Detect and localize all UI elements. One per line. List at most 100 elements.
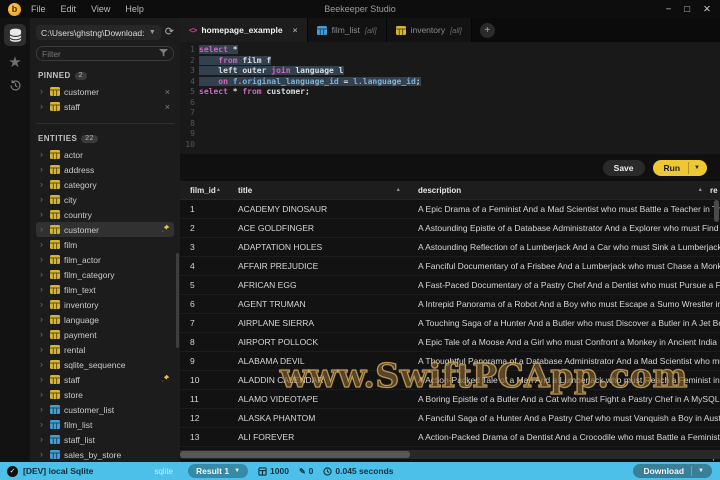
- tab-inventory[interactable]: inventory [all]: [386, 18, 472, 42]
- entity-item-inventory[interactable]: › inventory: [36, 297, 174, 312]
- unpin-close-icon[interactable]: ×: [165, 102, 170, 112]
- chevron-right-icon[interactable]: ›: [40, 87, 46, 96]
- result-row[interactable]: 12 ALASKA PHANTOM A Fanciful Saga of a Hun…: [180, 409, 720, 428]
- unpin-close-icon[interactable]: ×: [165, 87, 170, 97]
- chevron-right-icon[interactable]: ›: [40, 360, 46, 369]
- column-header-title[interactable]: title ▲: [228, 186, 408, 195]
- chevron-right-icon[interactable]: ›: [40, 300, 46, 309]
- chevron-right-icon[interactable]: ›: [40, 150, 46, 159]
- entity-item-staff[interactable]: › staff: [36, 372, 174, 387]
- result-row[interactable]: 8 AIRPORT POLLOCK A Epic Tale of a Moose A…: [180, 333, 720, 352]
- entity-item-city[interactable]: › city: [36, 192, 174, 207]
- tab-film_list[interactable]: film_list [all]: [307, 18, 387, 42]
- pinned-item-staff[interactable]: › staff ×: [36, 99, 174, 114]
- sort-caret-icon[interactable]: ▲: [396, 187, 401, 193]
- chevron-right-icon[interactable]: ›: [40, 285, 46, 294]
- code-line[interactable]: select * from customer;: [199, 87, 720, 98]
- download-label[interactable]: Download: [633, 464, 691, 478]
- entity-item-language[interactable]: › language: [36, 312, 174, 327]
- column-header-description[interactable]: description ▲: [408, 186, 710, 195]
- chevron-right-icon[interactable]: ›: [40, 210, 46, 219]
- horizontal-scrollbar[interactable]: [180, 450, 720, 459]
- result-row[interactable]: 7 AIRPLANE SIERRA A Touching Saga of a Hun…: [180, 314, 720, 333]
- chevron-right-icon[interactable]: ›: [40, 345, 46, 354]
- chevron-right-icon[interactable]: ›: [40, 255, 46, 264]
- pinned-item-customer[interactable]: › customer ×: [36, 84, 174, 99]
- entity-item-film_category[interactable]: › film_category: [36, 267, 174, 282]
- entity-item-rental[interactable]: › rental: [36, 342, 174, 357]
- chevron-right-icon[interactable]: ›: [40, 165, 46, 174]
- run-button[interactable]: Run ▼: [652, 159, 707, 176]
- pin-icon[interactable]: [161, 224, 170, 235]
- run-label[interactable]: Run: [653, 160, 689, 176]
- entity-item-actor[interactable]: › actor: [36, 147, 174, 162]
- entity-item-film_text[interactable]: › film_text: [36, 282, 174, 297]
- result-row[interactable]: 13 ALI FOREVER A Action-Packed Drama of a …: [180, 428, 720, 447]
- chevron-right-icon[interactable]: ›: [40, 102, 46, 111]
- pin-icon[interactable]: [161, 374, 170, 385]
- filter-input[interactable]: Filter: [36, 46, 174, 61]
- code-line[interactable]: from film f: [199, 55, 720, 67]
- code-line[interactable]: select *: [199, 45, 720, 56]
- entity-item-sqlite_sequence[interactable]: › sqlite_sequence: [36, 357, 174, 372]
- result-row[interactable]: 3 ADAPTATION HOLES A Astounding Reflection…: [180, 238, 720, 257]
- entity-item-film[interactable]: › film: [36, 237, 174, 252]
- code-line[interactable]: [199, 108, 720, 119]
- code-line[interactable]: [199, 140, 720, 151]
- entity-item-country[interactable]: › country: [36, 207, 174, 222]
- result-row[interactable]: 2 ACE GOLDFINGER A Astounding Epistle of a…: [180, 219, 720, 238]
- maximize-button[interactable]: □: [684, 4, 690, 15]
- code-line[interactable]: [199, 119, 720, 130]
- result-row[interactable]: 4 AFFAIR PREJUDICE A Fanciful Documentary …: [180, 257, 720, 276]
- entity-item-film_list[interactable]: › film_list: [36, 417, 174, 432]
- code-line[interactable]: on f.original_language_id = l.language_i…: [199, 76, 720, 88]
- entity-item-address[interactable]: › address: [36, 162, 174, 177]
- refresh-icon[interactable]: ⟳: [165, 27, 174, 38]
- favorites-star-icon[interactable]: ★: [8, 55, 21, 70]
- chevron-right-icon[interactable]: ›: [40, 180, 46, 189]
- menu-edit[interactable]: Edit: [61, 4, 77, 14]
- connection-select[interactable]: C:\Users\ghstng\Download: ▼: [36, 25, 161, 40]
- menu-view[interactable]: View: [91, 4, 110, 14]
- download-button[interactable]: Download ▼: [633, 464, 712, 478]
- menu-file[interactable]: File: [31, 4, 46, 14]
- chevron-right-icon[interactable]: ›: [40, 195, 46, 204]
- sidebar-scrollbar[interactable]: [176, 253, 179, 348]
- entity-item-store[interactable]: › store: [36, 387, 174, 402]
- chevron-right-icon[interactable]: ›: [40, 390, 46, 399]
- close-tab-icon[interactable]: ×: [293, 25, 298, 35]
- close-button[interactable]: ✕: [703, 4, 711, 15]
- vertical-scrollbar-thumb[interactable]: [714, 200, 719, 222]
- result-row[interactable]: 6 AGENT TRUMAN A Intrepid Panorama of a Ro…: [180, 295, 720, 314]
- sort-caret-icon[interactable]: ▲: [698, 187, 703, 193]
- new-tab-button[interactable]: +: [479, 23, 495, 38]
- entity-item-film_actor[interactable]: › film_actor: [36, 252, 174, 267]
- entity-item-category[interactable]: › category: [36, 177, 174, 192]
- chevron-right-icon[interactable]: ›: [40, 270, 46, 279]
- code-line[interactable]: [199, 129, 720, 140]
- result-row[interactable]: 5 AFRICAN EGG A Fast-Paced Documentary of …: [180, 276, 720, 295]
- chevron-right-icon[interactable]: ›: [40, 375, 46, 384]
- tab-homepage_example[interactable]: <> homepage_example ×: [180, 18, 308, 42]
- minimize-button[interactable]: −: [666, 4, 672, 15]
- editor-code[interactable]: select * from film f left outer join lan…: [199, 45, 720, 154]
- result-selector[interactable]: Result 1 ▼: [188, 464, 249, 478]
- run-dropdown-caret-icon[interactable]: ▼: [688, 161, 707, 174]
- chevron-right-icon[interactable]: ›: [40, 330, 46, 339]
- database-icon[interactable]: [4, 24, 26, 46]
- chevron-right-icon[interactable]: ›: [40, 225, 46, 234]
- result-row[interactable]: 1 ACADEMY DINOSAUR A Epic Drama of a Femin…: [180, 200, 720, 219]
- chevron-right-icon[interactable]: ›: [40, 420, 46, 429]
- code-line[interactable]: [199, 98, 720, 109]
- code-line[interactable]: left outer join language l: [199, 66, 720, 77]
- menu-help[interactable]: Help: [125, 4, 144, 14]
- entity-item-customer[interactable]: › customer: [36, 222, 174, 237]
- entity-item-staff_list[interactable]: › staff_list: [36, 432, 174, 447]
- entity-item-sales_by_store[interactable]: › sales_by_store: [36, 447, 174, 462]
- sql-editor[interactable]: 1 2 3 4 5 6 7 8 9 10 select * from film f left ou…: [180, 42, 720, 154]
- chevron-right-icon[interactable]: ›: [40, 315, 46, 324]
- chevron-right-icon[interactable]: ›: [40, 435, 46, 444]
- chevron-right-icon[interactable]: ›: [40, 240, 46, 249]
- history-icon[interactable]: [9, 79, 22, 97]
- sort-caret-icon[interactable]: ▲: [216, 187, 221, 193]
